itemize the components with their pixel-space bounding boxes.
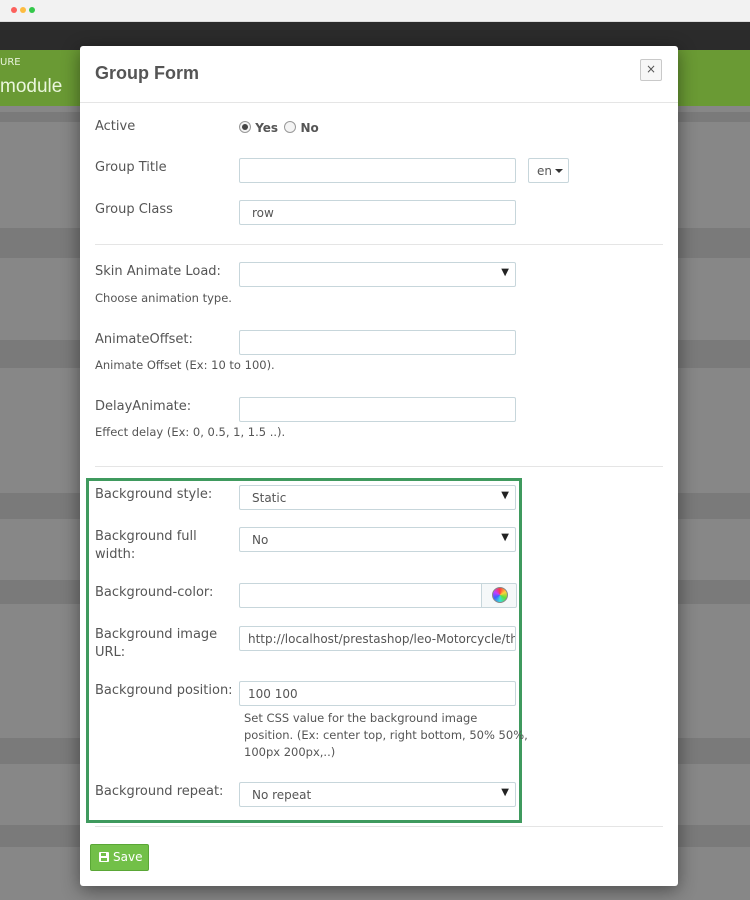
section-divider — [95, 466, 663, 467]
active-no-label[interactable]: No — [300, 121, 318, 135]
select-arrow-icon: ▼ — [501, 267, 509, 278]
background-repeat-select[interactable]: No repeat ▼ — [239, 782, 516, 807]
color-picker-button[interactable] — [481, 583, 517, 608]
background-position-help-line2: position. (Ex: center top, right bottom,… — [244, 728, 528, 742]
group-form-modal: Group Form × Active Yes No Group Title e… — [80, 46, 678, 886]
color-wheel-icon — [492, 587, 508, 603]
background-style-select[interactable]: Static ▼ — [239, 485, 516, 510]
background-full-width-value: No — [252, 533, 269, 547]
browser-titlebar — [0, 0, 750, 22]
background-position-help: Set CSS value for the background image p… — [244, 710, 528, 761]
caret-down-icon — [555, 169, 563, 173]
background-image-url-label-line1: Background image — [95, 627, 218, 642]
footer-divider — [95, 826, 663, 827]
modal-title: Group Form — [95, 63, 199, 83]
background-position-help-line1: Set CSS value for the background image — [244, 711, 478, 725]
background-position-help-line3: 100px 200px,..) — [244, 745, 336, 759]
select-arrow-icon: ▼ — [501, 532, 509, 543]
animate-offset-input[interactable] — [239, 330, 516, 355]
background-image-url-label: Background image URL: — [95, 626, 217, 662]
group-title-input[interactable] — [239, 158, 516, 183]
group-class-input[interactable]: row — [239, 200, 516, 225]
skin-animate-load-label: Skin Animate Load: — [95, 264, 221, 279]
section-divider — [95, 244, 663, 245]
delay-animate-label: DelayAnimate: — [95, 399, 192, 414]
modal-header: Group Form × — [80, 46, 678, 103]
active-radio-group: Yes No — [239, 121, 319, 135]
background-page-title: module — [0, 76, 63, 97]
group-class-label: Group Class — [95, 202, 173, 217]
background-style-value: Static — [252, 491, 287, 505]
background-full-width-label-line2: width: — [95, 547, 136, 562]
background-repeat-value: No repeat — [252, 788, 312, 802]
background-full-width-select[interactable]: No ▼ — [239, 527, 516, 552]
skin-animate-load-select[interactable]: ▼ — [239, 262, 516, 287]
delay-animate-input[interactable] — [239, 397, 516, 422]
close-button[interactable]: × — [640, 59, 662, 81]
background-full-width-label-line1: Background full — [95, 529, 197, 544]
window-maximize-dot[interactable] — [29, 7, 35, 13]
background-color-input[interactable] — [239, 583, 482, 608]
background-full-width-label: Background full width: — [95, 528, 197, 564]
background-image-url-input[interactable]: http://localhost/prestashop/leo-Motorcyc… — [239, 626, 516, 651]
floppy-disk-icon — [99, 852, 109, 862]
window-minimize-dot[interactable] — [20, 7, 26, 13]
background-page-breadcrumb: URE — [0, 57, 21, 68]
background-position-label: Background position: — [95, 683, 233, 698]
language-dropdown[interactable]: en — [528, 158, 569, 183]
animate-offset-label: AnimateOffset: — [95, 332, 193, 347]
skin-animate-load-help: Choose animation type. — [95, 291, 232, 305]
animate-offset-help: Animate Offset (Ex: 10 to 100). — [95, 358, 275, 372]
language-dropdown-label: en — [537, 164, 552, 178]
active-yes-radio[interactable] — [239, 121, 251, 133]
background-image-url-label-line2: URL: — [95, 645, 126, 660]
save-button-label: Save — [113, 850, 143, 864]
delay-animate-help: Effect delay (Ex: 0, 0.5, 1, 1.5 ..). — [95, 425, 286, 439]
active-yes-label[interactable]: Yes — [255, 121, 278, 135]
select-arrow-icon: ▼ — [501, 787, 509, 798]
active-no-radio[interactable] — [284, 121, 297, 133]
group-title-label: Group Title — [95, 160, 167, 175]
background-repeat-label: Background repeat: — [95, 784, 224, 799]
active-label: Active — [95, 119, 136, 134]
background-color-label: Background-color: — [95, 585, 214, 600]
window-close-dot[interactable] — [11, 7, 17, 13]
background-position-input[interactable]: 100 100 — [239, 681, 516, 706]
background-style-label: Background style: — [95, 487, 213, 502]
select-arrow-icon: ▼ — [501, 490, 509, 501]
save-button[interactable]: Save — [90, 844, 149, 871]
